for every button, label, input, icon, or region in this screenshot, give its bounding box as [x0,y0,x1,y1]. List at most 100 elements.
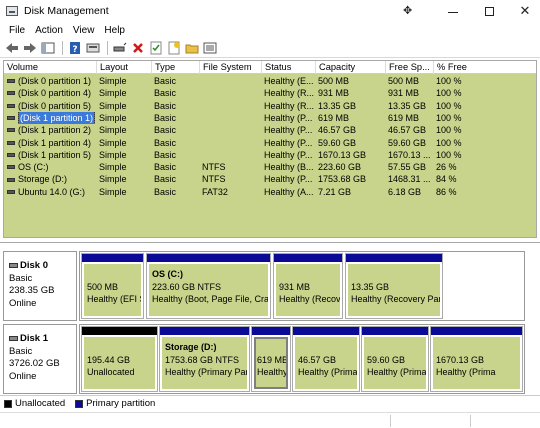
volume-row[interactable]: (Disk 0 partition 4) Simple Basic Healthy (… [4,87,536,99]
volume-cell: (Disk 0 partition 5) [7,100,95,112]
menu-view[interactable]: View [68,25,100,36]
volume-row[interactable]: (Disk 1 partition 4) Simple Basic Healthy (… [4,137,536,149]
maximize-button[interactable] [471,0,507,22]
partition-block[interactable]: 619 MB Healthy [251,326,291,392]
partition-block[interactable]: Storage (D:) 1753.68 GB NTFS Healthy (Prim… [159,326,250,392]
partition-block[interactable]: 13.35 GB Healthy (Recovery Parti [345,253,443,319]
column-header-layout[interactable]: Layout [97,61,152,74]
disk-management-app-icon [6,6,18,16]
file-system-cell [202,149,260,161]
properties-panel-icon [41,42,55,53]
open-folder-button[interactable] [184,40,200,56]
move-icon[interactable]: ✥ [403,4,412,17]
volume-icon [7,103,15,108]
partition-block[interactable]: 59.60 GB Healthy (Prima [361,326,429,392]
partition-block[interactable]: 931 MB Healthy (Recove [273,253,343,319]
percent-free-cell: 100 % [436,149,462,160]
partition-block[interactable]: 500 MB Healthy (EFI S [81,253,144,319]
close-icon: ✕ [519,3,531,18]
free-space-cell: 59.60 GB [388,137,427,148]
status-cell: Healthy (P... [264,149,313,160]
free-space-cell: 1468.31 ... [388,174,431,185]
partition-status: Unallocated [87,367,135,377]
free-space-cell: 13.35 GB [388,100,427,111]
disk-size: 3726.02 GB [9,358,60,369]
disk-label[interactable]: Disk 1 Basic 3726.02 GB Online [3,324,77,394]
legend-label: Unallocated [15,398,66,409]
column-header-capacity[interactable]: Capacity [316,61,386,74]
capacity-cell: 931 MB [318,88,350,99]
console-tree-button[interactable] [85,40,101,56]
volume-row[interactable]: (Disk 0 partition 1) Simple Basic Healthy (… [4,75,536,87]
partition-size: 13.35 GB [351,281,390,292]
back-button[interactable] [4,40,20,56]
properties-panel-button[interactable] [40,40,56,56]
volume-row[interactable]: Ubuntu 14.0 (G:) Simple Basic FAT32 Healthy … [4,186,536,198]
menu-action[interactable]: Action [30,25,68,36]
column-header-percent-free[interactable]: % Free [434,61,538,74]
partition-color-bar [160,327,249,335]
volume-name: Storage (D:) [18,174,68,185]
partition-body: OS (C:) 223.60 GB NTFS Healthy (Boot, Page… [149,264,268,316]
unallocated-space[interactable]: 195.44 GB Unallocated [81,326,158,392]
delete-button[interactable] [130,40,146,56]
forward-button[interactable] [22,40,38,56]
file-system-cell [202,124,260,136]
volume-icon [7,140,15,145]
menu-help[interactable]: Help [99,25,130,36]
volume-row[interactable]: (Disk 1 partition 5) Simple Basic Healthy (… [4,149,536,161]
disk-icon [9,335,18,341]
volume-row[interactable]: (Disk 0 partition 5) Simple Basic Healthy (… [4,100,536,112]
legend-swatch [75,399,84,408]
delete-icon [133,42,143,53]
column-header-status[interactable]: Status [262,61,316,74]
partition-size: 46.57 GB [298,354,337,365]
connect-disk-button[interactable] [112,40,128,56]
volume-row[interactable]: (Disk 1 partition 2) Simple Basic Healthy (… [4,124,536,136]
capacity-cell: 500 MB [318,76,350,86]
file-system-cell: FAT32 [202,186,228,197]
column-header-file-system[interactable]: File System [200,61,262,74]
svg-text:?: ? [72,45,77,55]
toolbar-separator [62,40,63,55]
check-icon [150,41,162,54]
partition-block[interactable]: OS (C:) 223.60 GB NTFS Healthy (Boot, Page… [146,253,271,319]
layout-cell: Simple [99,125,127,136]
volume-list: Volume Layout Type File System Status Ca… [3,60,537,238]
disk-label[interactable]: Disk 0 Basic 238.35 GB Online [3,251,77,321]
volume-row[interactable]: Storage (D:) Simple Basic NTFS Healthy (P...… [4,173,536,185]
partition-block[interactable]: 46.57 GB Healthy (Primai [292,326,360,392]
percent-free-cell: 100 % [436,76,462,86]
column-header-volume[interactable]: Volume [4,61,97,74]
list-view-button[interactable] [202,40,218,56]
check-button[interactable] [148,40,164,56]
disk-state: Online [9,370,37,382]
volume-icon [7,189,15,194]
maximize-icon [484,6,494,16]
volume-icon [7,116,15,121]
close-button[interactable]: ✕ [507,0,540,22]
type-cell: Basic [154,186,177,197]
column-header-type[interactable]: Type [152,61,200,74]
new-volume-icon [168,41,180,54]
toolbar-separator [107,40,108,55]
partition-block[interactable]: 1670.13 GB Healthy (Prima [430,326,523,392]
volume-row[interactable]: OS (C:) Simple Basic NTFS Healthy (B... 223.6… [4,161,536,173]
menu-file[interactable]: File [4,25,30,36]
layout-cell: Simple [99,100,127,111]
type-cell: Basic [154,162,177,173]
help-button[interactable]: ? [67,40,83,56]
volume-row[interactable]: (Disk 1 partition 1) Simple Basic Healthy (… [4,111,536,125]
file-system-cell [202,87,260,99]
type-cell: Basic [154,137,177,148]
status-cell: Healthy (A... [264,186,314,197]
column-header-free-space[interactable]: Free Sp... [386,61,434,74]
minimize-button[interactable] [435,0,471,22]
status-cell: Healthy (P... [264,125,313,136]
volume-name: (Disk 0 partition 4) [18,88,92,99]
new-volume-button[interactable] [166,40,182,56]
